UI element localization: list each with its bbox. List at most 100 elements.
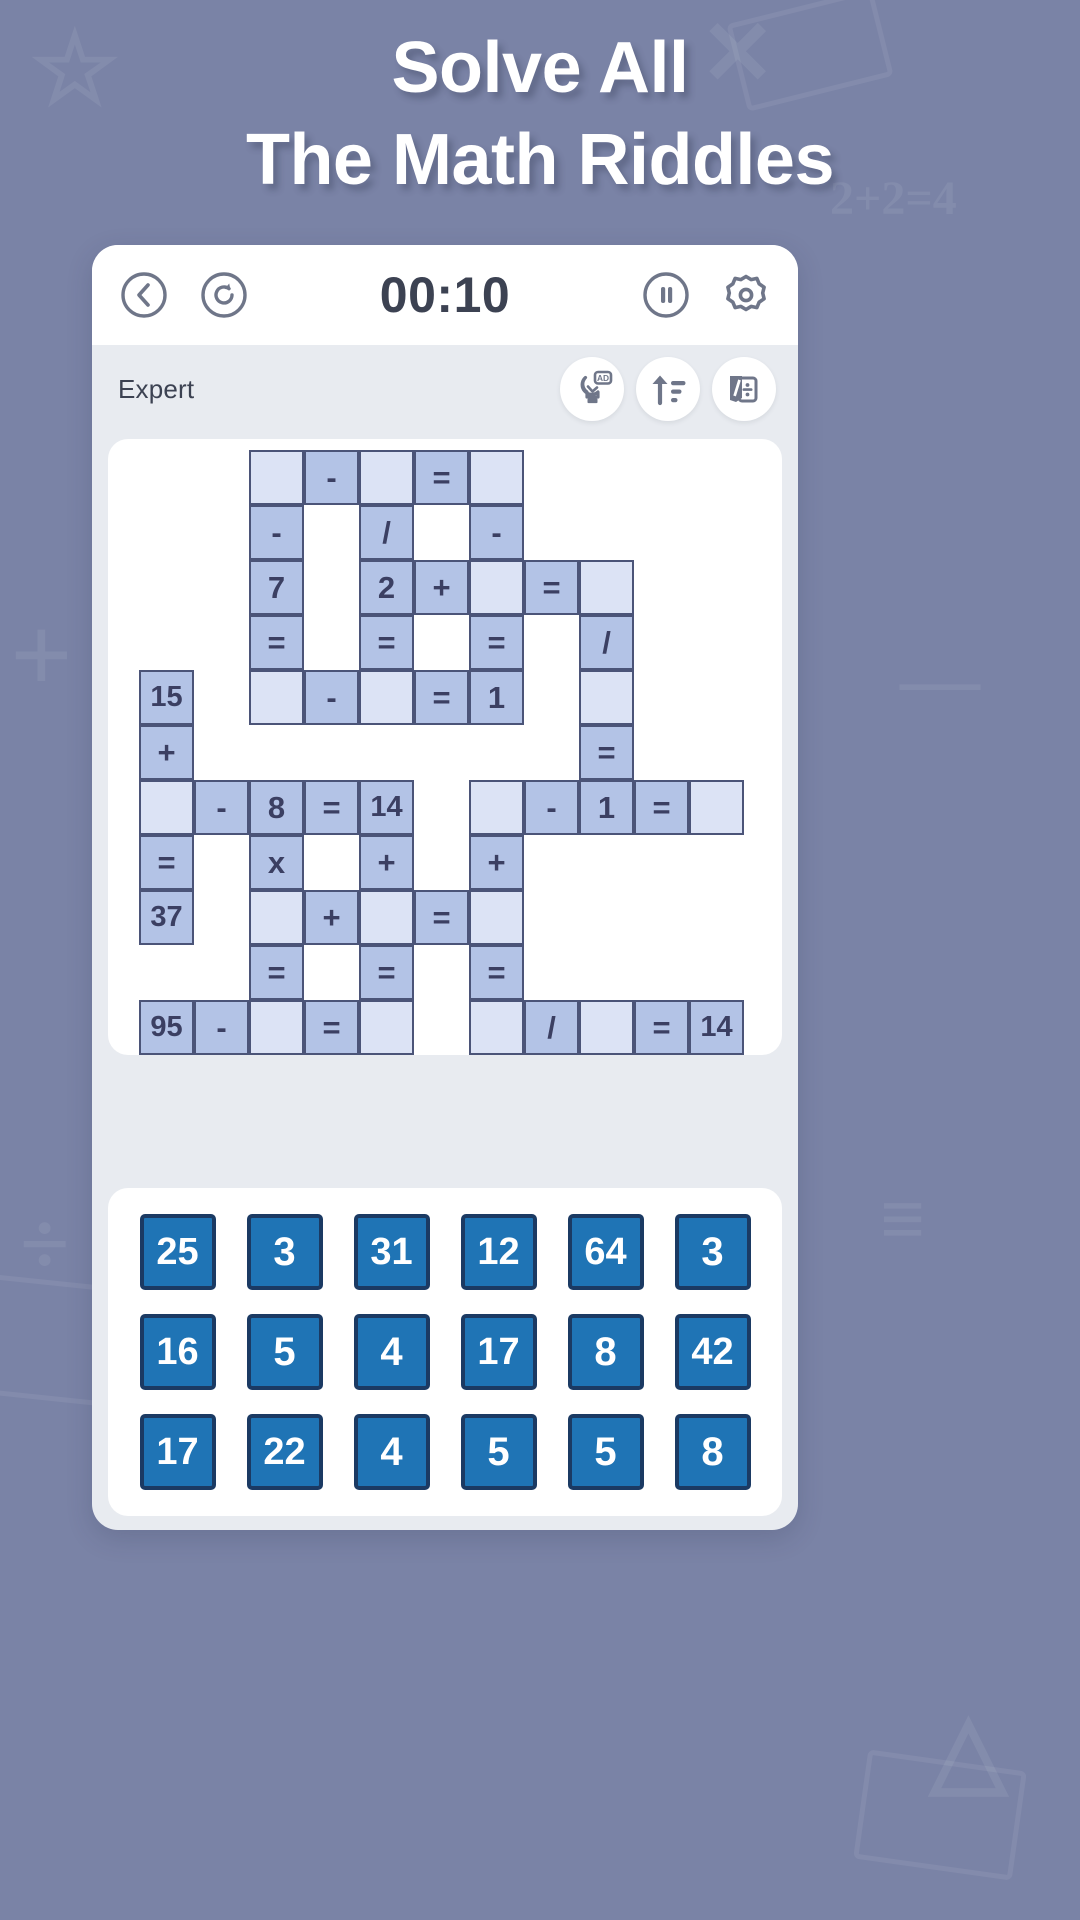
- grid-cell: =: [359, 945, 414, 1000]
- tray-row: 16 5 4 17 8 42: [124, 1314, 766, 1390]
- grid-cell: -: [469, 505, 524, 560]
- number-tile[interactable]: 25: [139, 1214, 216, 1290]
- grid-cell: =: [139, 835, 194, 890]
- grid-cell: -: [304, 670, 359, 725]
- hint-ad-badge-text: AD: [597, 373, 609, 383]
- grid-empty-slot[interactable]: [579, 1000, 634, 1055]
- grid-cell: =: [304, 1000, 359, 1055]
- sort-ascending-icon: [652, 375, 686, 406]
- grid-cell: +: [139, 725, 194, 780]
- number-tile[interactable]: 4: [353, 1314, 430, 1390]
- number-tile[interactable]: 22: [246, 1414, 323, 1490]
- grid-cell: -: [194, 1000, 249, 1055]
- puzzle-grid: - = - / -7 2 + = = = =/15- = 1 + = -8 = 14-1 = = x + +37 + = = = = 9…: [139, 450, 752, 1055]
- grid-cell: -: [304, 450, 359, 505]
- grid-cell: 95: [139, 1000, 194, 1055]
- page-title: Solve All The Math Riddles: [0, 22, 1080, 206]
- grid-empty-slot[interactable]: [469, 780, 524, 835]
- game-topbar: 00:10: [92, 245, 798, 345]
- grid-cell: +: [304, 890, 359, 945]
- grid-cell: +: [414, 560, 469, 615]
- grid-empty-slot[interactable]: [249, 1000, 304, 1055]
- background-doodle: +: [10, 594, 73, 716]
- grid-cell: +: [469, 835, 524, 890]
- number-tile[interactable]: 8: [567, 1314, 644, 1390]
- grid-empty-slot[interactable]: [579, 670, 634, 725]
- number-tile[interactable]: 3: [246, 1214, 323, 1290]
- grid-empty-slot[interactable]: [249, 670, 304, 725]
- background-doodle: ÷: [20, 1195, 70, 1294]
- number-tile[interactable]: 8: [674, 1414, 751, 1490]
- grid-cell: =: [469, 615, 524, 670]
- number-tile[interactable]: 3: [674, 1214, 751, 1290]
- grid-cell: =: [414, 450, 469, 505]
- number-tile[interactable]: 5: [246, 1314, 323, 1390]
- number-tile[interactable]: 42: [674, 1314, 751, 1390]
- grid-cell: /: [579, 615, 634, 670]
- hint-bulb-icon: AD: [580, 370, 613, 404]
- grid-empty-slot[interactable]: [469, 1000, 524, 1055]
- grid-cell: =: [469, 945, 524, 1000]
- grid-empty-slot[interactable]: [359, 1000, 414, 1055]
- grid-cell: 2: [359, 560, 414, 615]
- background-doodle: ≡: [880, 1176, 926, 1264]
- grid-empty-slot[interactable]: [469, 450, 524, 505]
- grid-cell: =: [634, 1000, 689, 1055]
- settings-gear-icon[interactable]: [720, 269, 772, 321]
- grid-cell: =: [414, 890, 469, 945]
- back-icon[interactable]: [118, 269, 170, 321]
- restart-icon[interactable]: [198, 269, 250, 321]
- grid-cell: =: [524, 560, 579, 615]
- puzzle-board: - = - / -7 2 + = = = =/15- = 1 + = -8 = 14-1 = = x + +37 + = = = = 9…: [108, 439, 782, 1055]
- headline-line-2: The Math Riddles: [245, 120, 835, 201]
- grid-cell: -: [249, 505, 304, 560]
- grid-cell: =: [249, 945, 304, 1000]
- operator-cards-icon: [730, 376, 758, 403]
- grid-cell: 14: [689, 1000, 744, 1055]
- number-tile-tray: 25 3 31 12 64 3 16 5 4 17 8 42 17 22 4 5 5 8: [108, 1188, 782, 1516]
- operators-button[interactable]: [712, 357, 776, 421]
- grid-empty-slot[interactable]: [579, 560, 634, 615]
- tray-row: 25 3 31 12 64 3: [124, 1214, 766, 1290]
- number-tile[interactable]: 64: [567, 1214, 644, 1290]
- grid-cell: =: [249, 615, 304, 670]
- number-tile[interactable]: 5: [567, 1414, 644, 1490]
- sort-button[interactable]: [636, 357, 700, 421]
- tray-row: 17 22 4 5 5 8: [124, 1414, 766, 1490]
- grid-cell: 14: [359, 780, 414, 835]
- number-tile[interactable]: 17: [139, 1414, 216, 1490]
- grid-cell: 15: [139, 670, 194, 725]
- number-tile[interactable]: 5: [460, 1414, 537, 1490]
- grid-cell: 1: [469, 670, 524, 725]
- number-tile[interactable]: 16: [139, 1314, 216, 1390]
- grid-cell: =: [634, 780, 689, 835]
- grid-empty-slot[interactable]: [139, 780, 194, 835]
- grid-empty-slot[interactable]: [469, 560, 524, 615]
- game-screen: 00:10 Expert AD - = - / - 7 2 + = = = = …: [92, 245, 798, 1530]
- grid-empty-slot[interactable]: [359, 670, 414, 725]
- grid-cell: x: [249, 835, 304, 890]
- hint-button[interactable]: AD: [560, 357, 624, 421]
- grid-empty-slot[interactable]: [359, 890, 414, 945]
- grid-cell: -: [194, 780, 249, 835]
- background-doodle: △: [930, 1694, 1007, 1805]
- headline-line-1: Solve All: [391, 28, 689, 108]
- background-doodle-box: [853, 1749, 1027, 1881]
- grid-empty-slot[interactable]: [689, 780, 744, 835]
- grid-cell: 8: [249, 780, 304, 835]
- number-tile[interactable]: 31: [353, 1214, 430, 1290]
- grid-empty-slot[interactable]: [469, 890, 524, 945]
- number-tile[interactable]: 4: [353, 1414, 430, 1490]
- grid-cell: /: [359, 505, 414, 560]
- grid-cell: /: [524, 1000, 579, 1055]
- grid-empty-slot[interactable]: [249, 450, 304, 505]
- grid-cell: +: [359, 835, 414, 890]
- number-tile[interactable]: 17: [460, 1314, 537, 1390]
- grid-empty-slot[interactable]: [359, 450, 414, 505]
- grid-empty-slot[interactable]: [249, 890, 304, 945]
- grid-cell: =: [359, 615, 414, 670]
- number-tile[interactable]: 12: [460, 1214, 537, 1290]
- grid-cell: =: [579, 725, 634, 780]
- grid-cell: 1: [579, 780, 634, 835]
- pause-icon[interactable]: [640, 269, 692, 321]
